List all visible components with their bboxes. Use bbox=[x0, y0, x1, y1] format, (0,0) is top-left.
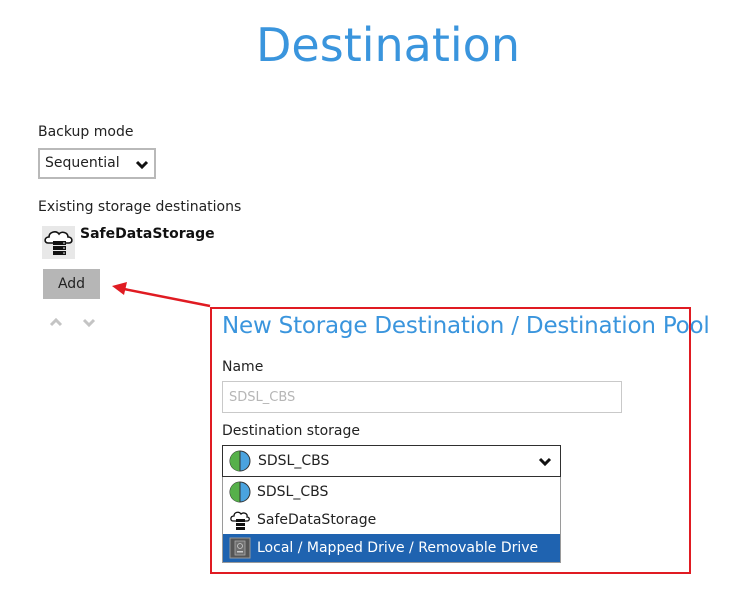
existing-storage-label: Existing storage destinations bbox=[38, 199, 242, 215]
dropdown-option-local-drive[interactable]: Local / Mapped Drive / Removable Drive bbox=[223, 534, 560, 562]
chevron-down-icon bbox=[538, 457, 552, 467]
add-button[interactable]: Add bbox=[43, 269, 100, 299]
dropdown-option-sdsl-cbs[interactable]: SDSL_CBS bbox=[223, 478, 560, 506]
local-drive-icon bbox=[229, 537, 251, 559]
chevron-down-icon bbox=[135, 160, 149, 170]
cloud-storage-icon bbox=[42, 226, 75, 259]
destination-storage-dropdown: SDSL_CBS SafeDataStorage Local / Mapped … bbox=[222, 477, 561, 563]
destination-storage-value: SDSL_CBS bbox=[258, 453, 330, 469]
destination-storage-label: Destination storage bbox=[222, 423, 360, 439]
dropdown-option-label: Local / Mapped Drive / Removable Drive bbox=[257, 540, 539, 556]
dropdown-option-label: SafeDataStorage bbox=[257, 512, 377, 528]
backup-mode-select[interactable]: Sequential bbox=[38, 148, 156, 179]
new-destination-title: New Storage Destination / Destination Po… bbox=[222, 313, 710, 339]
chevron-up-icon[interactable] bbox=[49, 316, 63, 328]
storage-destination-name: SafeDataStorage bbox=[80, 226, 215, 242]
cloud-storage-icon bbox=[230, 511, 250, 530]
sdsl-globe-icon bbox=[229, 481, 251, 503]
page-title: Destination bbox=[256, 18, 520, 72]
chevron-down-icon[interactable] bbox=[82, 316, 96, 328]
backup-mode-label: Backup mode bbox=[38, 124, 134, 140]
dropdown-option-safedatastorage[interactable]: SafeDataStorage bbox=[223, 506, 560, 534]
destination-storage-select[interactable]: SDSL_CBS bbox=[222, 445, 561, 477]
sdsl-globe-icon bbox=[229, 450, 251, 472]
backup-mode-value: Sequential bbox=[45, 155, 120, 171]
name-label: Name bbox=[222, 359, 264, 375]
name-input[interactable] bbox=[222, 381, 622, 413]
dropdown-option-label: SDSL_CBS bbox=[257, 484, 329, 500]
